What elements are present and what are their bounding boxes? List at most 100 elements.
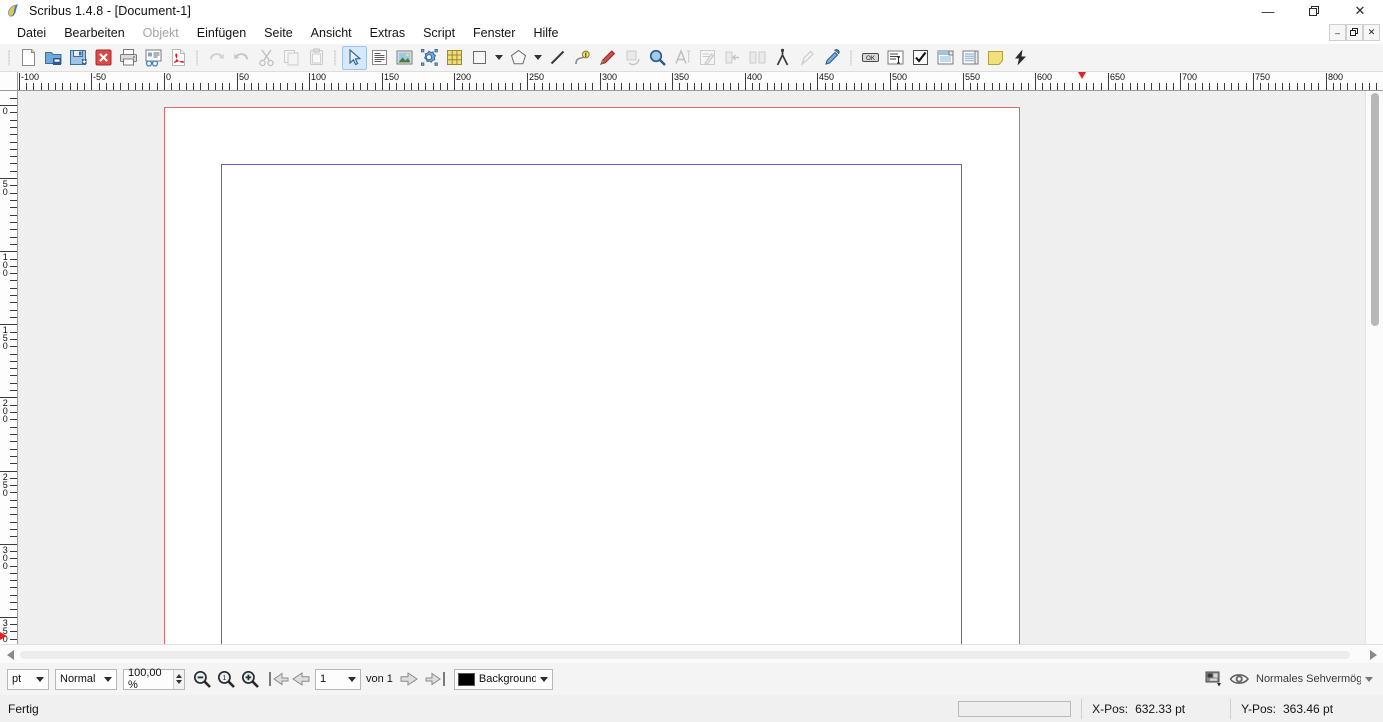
text-frame-icon[interactable] bbox=[367, 46, 392, 70]
ruler-label: 700 bbox=[1182, 72, 1198, 82]
ruler-minor-tick bbox=[404, 83, 405, 90]
unit-select[interactable]: pt bbox=[7, 668, 49, 690]
close-button[interactable]: ✕ bbox=[1337, 0, 1383, 22]
minimize-button[interactable]: — bbox=[1245, 0, 1291, 22]
pdf-text-field-icon[interactable] bbox=[883, 46, 908, 70]
pdf-combobox-icon[interactable] bbox=[933, 46, 958, 70]
polygon-icon[interactable] bbox=[506, 46, 531, 70]
toolbar-grip-file[interactable] bbox=[6, 48, 13, 68]
table-icon[interactable] bbox=[442, 46, 467, 70]
shape-dropdown-chevron-down-icon[interactable] bbox=[492, 46, 506, 70]
preflight-icon[interactable] bbox=[141, 46, 166, 70]
last-page-icon[interactable] bbox=[424, 668, 446, 690]
horizontal-scrollbar-thumb[interactable] bbox=[20, 651, 1350, 659]
horizontal-scrollbar[interactable] bbox=[0, 644, 1383, 663]
render-frame-icon[interactable] bbox=[417, 46, 442, 70]
vertical-scrollbar-thumb[interactable] bbox=[1371, 93, 1379, 326]
ruler-minor-tick bbox=[1173, 83, 1174, 90]
page-number-select[interactable]: 1 bbox=[315, 668, 361, 690]
ruler-minor-tick bbox=[10, 163, 17, 164]
ruler-minor-tick bbox=[1188, 83, 1189, 90]
pdf-push-button-icon[interactable]: OK bbox=[858, 46, 883, 70]
ruler-minor-tick bbox=[287, 83, 288, 90]
vertical-ruler[interactable]: 050100150200250300350 bbox=[0, 91, 18, 644]
menu-datei[interactable]: Datei bbox=[8, 24, 55, 42]
ruler-major-tick bbox=[1326, 73, 1327, 90]
ruler-minor-tick bbox=[10, 507, 17, 508]
polygon-dropdown-chevron-down-icon[interactable] bbox=[531, 46, 545, 70]
ruler-minor-tick bbox=[10, 434, 17, 435]
select-arrow-icon[interactable] bbox=[342, 45, 367, 70]
mdi-close-button[interactable]: ✕ bbox=[1363, 24, 1380, 41]
ruler-minor-tick bbox=[912, 83, 913, 90]
toolbar-grip-pdf[interactable] bbox=[848, 48, 855, 68]
zoom-100-icon[interactable]: 1 bbox=[214, 667, 238, 691]
ruler-minor-tick bbox=[10, 171, 17, 172]
view-mode-select[interactable]: Normal bbox=[55, 668, 117, 690]
export-pdf-icon[interactable] bbox=[166, 46, 191, 70]
mdi-restore-button[interactable] bbox=[1346, 24, 1363, 41]
save-document-icon[interactable] bbox=[66, 46, 91, 70]
ruler-major-tick bbox=[963, 73, 964, 90]
vision-select[interactable]: Normales Sehvermöge bbox=[1252, 669, 1377, 690]
menu-script[interactable]: Script bbox=[414, 24, 464, 42]
measurements-icon[interactable] bbox=[770, 46, 795, 70]
next-page-icon[interactable] bbox=[398, 668, 420, 690]
zoom-magnifier-icon[interactable] bbox=[645, 46, 670, 70]
menu-einfuegen[interactable]: Einfügen bbox=[188, 24, 255, 42]
menu-bearbeiten[interactable]: Bearbeiten bbox=[55, 24, 133, 42]
pdf-checkbox-icon[interactable] bbox=[908, 46, 933, 70]
zoom-level-stepper[interactable] bbox=[172, 669, 184, 689]
page-count-label: von 1 bbox=[366, 673, 393, 685]
document-page[interactable] bbox=[164, 107, 1020, 644]
vision-select-chevron-down-icon bbox=[1365, 676, 1373, 682]
menu-fenster[interactable]: Fenster bbox=[464, 24, 524, 42]
print-icon[interactable] bbox=[116, 46, 141, 70]
menu-ansicht[interactable]: Ansicht bbox=[302, 24, 361, 42]
ruler-minor-tick bbox=[10, 127, 17, 128]
restore-button[interactable] bbox=[1291, 0, 1337, 22]
freehand-pencil-icon[interactable] bbox=[595, 46, 620, 70]
ruler-minor-tick bbox=[10, 485, 17, 486]
ruler-minor-tick bbox=[302, 83, 303, 90]
zoom-out-icon[interactable] bbox=[190, 667, 214, 691]
layer-select[interactable]: Background bbox=[453, 668, 553, 690]
ruler-minor-tick bbox=[10, 222, 17, 223]
vertical-scrollbar[interactable] bbox=[1365, 91, 1383, 644]
eye-icon[interactable] bbox=[1228, 667, 1252, 691]
scroll-left-arrow-icon[interactable] bbox=[4, 649, 16, 661]
toolbar-grip-edit[interactable] bbox=[194, 48, 201, 68]
ruler-origin-corner[interactable] bbox=[0, 72, 18, 91]
previous-page-icon[interactable] bbox=[290, 668, 312, 690]
line-icon[interactable] bbox=[545, 46, 570, 70]
mdi-minimize-button[interactable]: – bbox=[1329, 24, 1346, 41]
image-frame-icon[interactable] bbox=[392, 46, 417, 70]
ruler-minor-tick bbox=[338, 83, 339, 90]
ruler-minor-tick bbox=[679, 83, 680, 90]
ruler-minor-tick bbox=[10, 383, 17, 384]
document-canvas[interactable] bbox=[18, 91, 1365, 644]
close-document-icon[interactable] bbox=[91, 46, 116, 70]
zoom-level-spinner[interactable]: 100,00 % bbox=[123, 667, 185, 691]
new-document-icon[interactable] bbox=[16, 46, 41, 70]
pdf-annotation-icon[interactable] bbox=[983, 46, 1008, 70]
scroll-right-arrow-icon[interactable] bbox=[1367, 649, 1379, 661]
open-document-icon[interactable] bbox=[41, 46, 66, 70]
ruler-minor-tick bbox=[592, 83, 593, 90]
eyedropper-icon[interactable] bbox=[820, 46, 845, 70]
pdf-link-icon[interactable] bbox=[1008, 46, 1033, 70]
unlink-text-frames-icon bbox=[745, 46, 770, 70]
preview-mode-icon[interactable] bbox=[1202, 667, 1226, 691]
pdf-listbox-icon[interactable] bbox=[958, 46, 983, 70]
menu-extras[interactable]: Extras bbox=[361, 24, 414, 42]
horizontal-ruler[interactable]: -100 -50 0 50 100 150 200 250 300 350 400 450 500 550… bbox=[18, 72, 1383, 91]
zoom-in-icon[interactable] bbox=[238, 667, 262, 691]
ruler-minor-tick bbox=[135, 83, 136, 90]
first-page-icon[interactable] bbox=[268, 668, 290, 690]
toolbar-grip-tools[interactable] bbox=[332, 48, 339, 68]
menu-hilfe[interactable]: Hilfe bbox=[524, 24, 567, 42]
rotate-item-icon bbox=[620, 46, 645, 70]
menu-seite[interactable]: Seite bbox=[255, 24, 302, 42]
bezier-icon[interactable] bbox=[570, 46, 595, 70]
shape-icon[interactable] bbox=[467, 46, 492, 70]
